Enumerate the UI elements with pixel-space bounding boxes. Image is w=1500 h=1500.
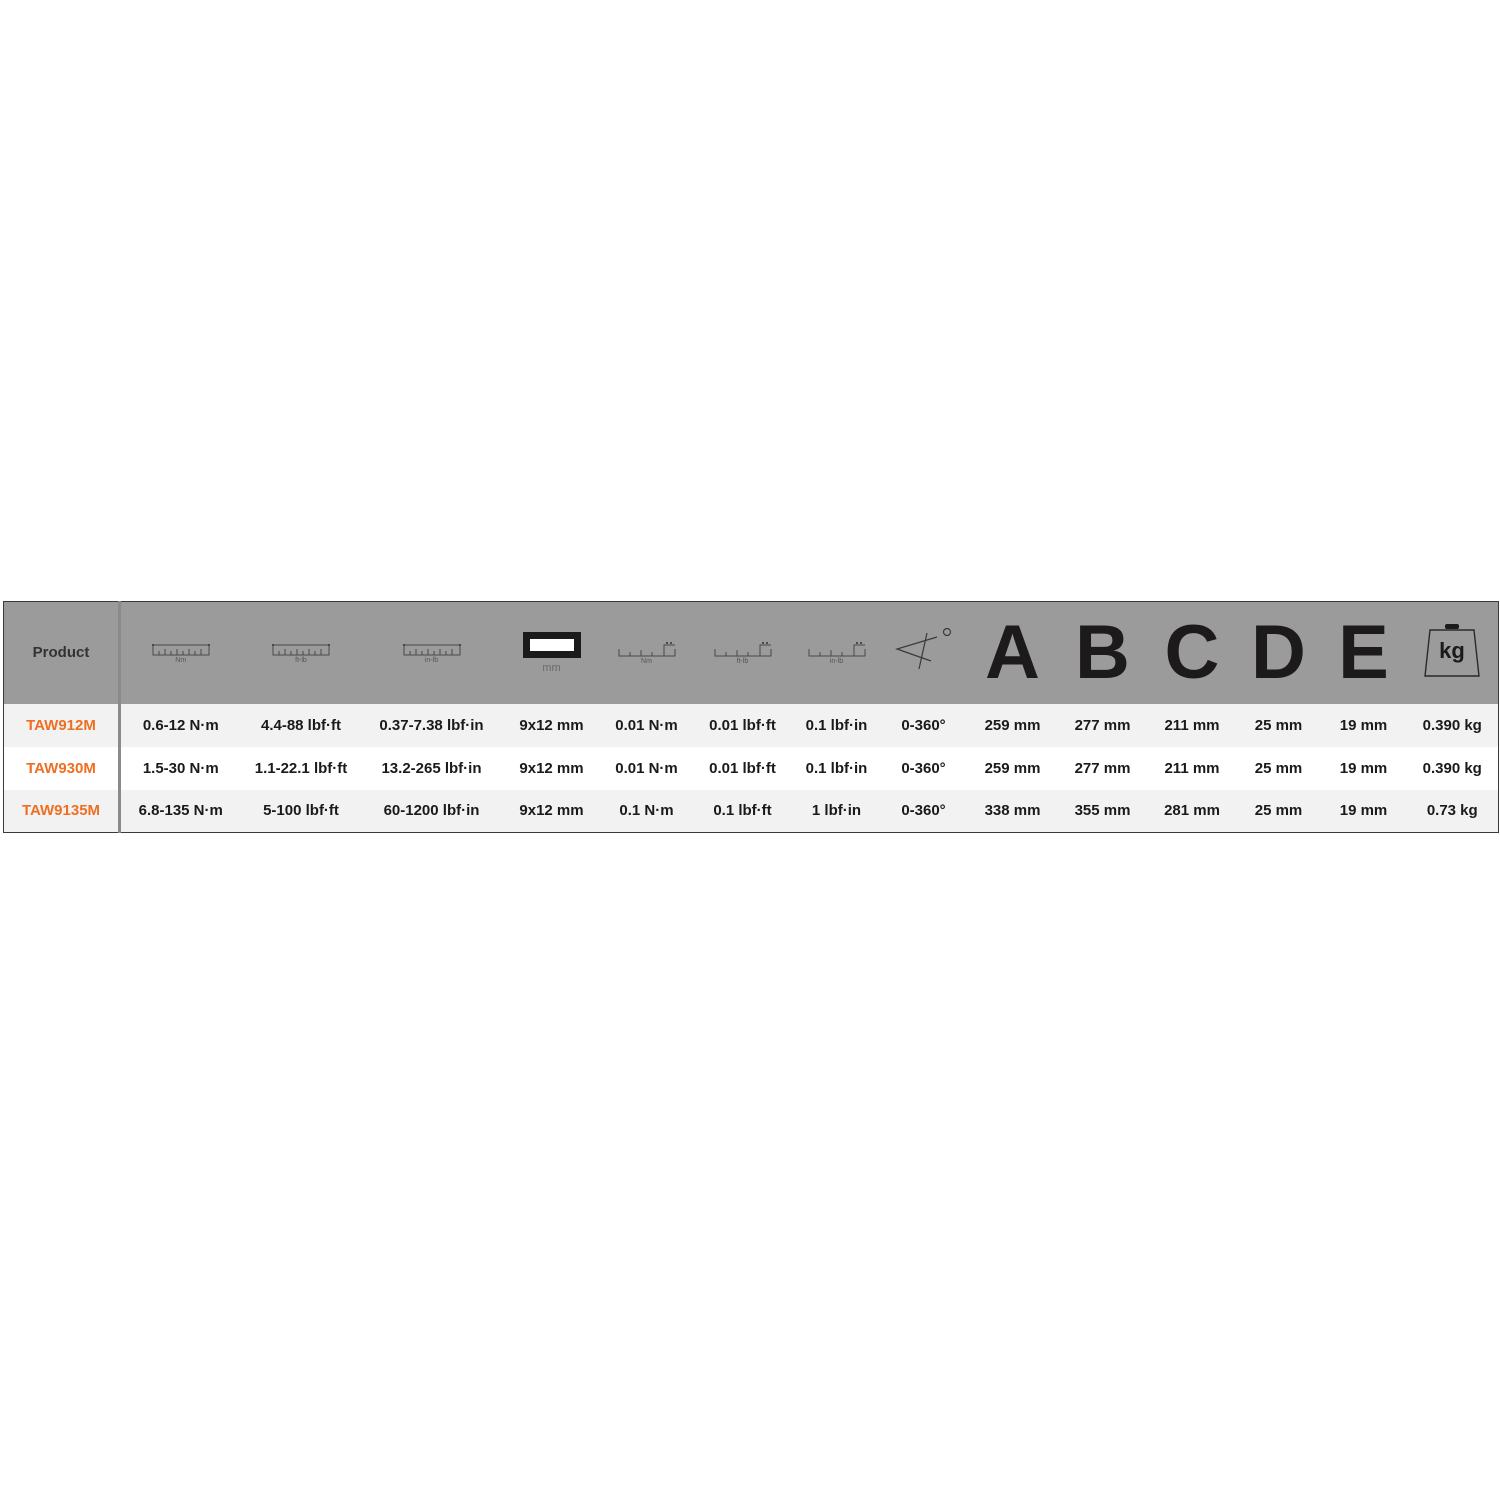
cell-torque-nm: 0.6-12 N·m [142, 716, 219, 734]
header-dimension-e: E [1321, 602, 1407, 704]
cell-torque-ftlb: 5-100 lbf·ft [263, 802, 339, 820]
unit-label: in-lb [424, 656, 439, 664]
torque-scale-icon [402, 643, 461, 656]
angle-icon [894, 628, 951, 670]
cell-resolution-ftlb: 0.1 lbf·ft [713, 802, 772, 820]
cell-dim-a: 259 mm [984, 759, 1041, 777]
cell-torque-inlb: 13.2-265 lbf·in [381, 759, 482, 777]
header-dimension-d: D [1237, 602, 1321, 704]
cell-dim-d: 25 mm [1254, 759, 1303, 777]
cell-dim-e: 19 mm [1339, 802, 1388, 820]
cell-resolution-inlb: 0.1 lbf·in [805, 716, 868, 734]
cell-weight: 0.390 kg [1422, 716, 1482, 734]
cell-dim-e: 19 mm [1339, 716, 1388, 734]
torque-scale-icon [151, 643, 210, 656]
unit-label: ft-lb [736, 657, 749, 665]
table-row: TAW912M 0.6-12 N·m 4.4-88 lbf·ft 0.37-7.… [3, 703, 1499, 747]
header-resolution-nm: Nm [602, 602, 692, 704]
dimension-letter-a: A [985, 609, 1040, 695]
cell-weight: 0.73 kg [1426, 802, 1478, 820]
header-dimension-c: C [1148, 602, 1237, 704]
cell-dim-c: 281 mm [1164, 802, 1220, 820]
resolution-scale-icon [618, 641, 675, 657]
cell-angle: 0-360° [901, 759, 946, 777]
unit-label: in-lb [829, 657, 844, 665]
cell-dim-d: 25 mm [1254, 802, 1303, 820]
header-dimension-b: B [1058, 602, 1148, 704]
cell-square-drive: 9x12 mm [519, 716, 584, 734]
dimension-letter-e: E [1338, 609, 1389, 695]
cell-weight: 0.390 kg [1422, 759, 1482, 777]
cell-dim-b: 277 mm [1074, 759, 1131, 777]
resolution-scale-icon [714, 641, 771, 657]
cell-torque-nm: 1.5-30 N·m [142, 759, 219, 777]
cell-dim-d: 25 mm [1254, 716, 1303, 734]
cell-angle: 0-360° [901, 716, 946, 734]
torque-scale-icon [272, 643, 330, 656]
cell-resolution-nm: 0.01 N·m [615, 759, 678, 777]
unit-label: mm [542, 661, 561, 674]
header-angle [880, 602, 968, 704]
square-drive-icon [522, 631, 581, 658]
resolution-scale-icon [808, 641, 865, 657]
unit-label: Nm [641, 657, 652, 665]
dimension-letter-b: B [1075, 609, 1130, 695]
cell-dim-b: 277 mm [1074, 716, 1131, 734]
cell-angle: 0-360° [901, 802, 946, 820]
cell-square-drive: 9x12 mm [519, 802, 584, 820]
cell-resolution-nm: 0.01 N·m [615, 716, 678, 734]
table-row: TAW930M 1.5-30 N·m 1.1-22.1 lbf·ft 13.2-… [3, 746, 1499, 790]
weight-icon: kg [1424, 624, 1481, 677]
cell-torque-nm: 6.8-135 N·m [138, 802, 223, 820]
unit-label: ft-lb [295, 656, 307, 664]
cell-dim-a: 338 mm [984, 802, 1041, 820]
dimension-letter-d: D [1251, 609, 1306, 695]
product-name: TAW912M [3, 703, 121, 747]
cell-torque-inlb: 0.37-7.38 lbf·in [379, 716, 484, 734]
weight-icon-label: kg [1439, 638, 1465, 663]
dimension-letter-c: C [1164, 609, 1220, 695]
header-torque-range-inlb: in-lb [362, 602, 502, 704]
header-row: Product Nm ft-lb in-lb mm Nm ft-lb in-lb… [3, 601, 1499, 704]
header-weight: kg [1407, 602, 1499, 704]
cell-dim-c: 211 mm [1164, 716, 1220, 734]
unit-label: Nm [175, 656, 187, 664]
header-resolution-inlb: in-lb [794, 602, 880, 704]
cell-dim-e: 19 mm [1339, 759, 1388, 777]
cell-torque-ftlb: 1.1-22.1 lbf·ft [254, 759, 348, 777]
product-name: TAW930M [3, 746, 121, 790]
cell-resolution-inlb: 1 lbf·in [811, 802, 862, 820]
cell-torque-inlb: 60-1200 lbf·in [383, 802, 480, 820]
table-row: TAW9135M 6.8-135 N·m 5-100 lbf·ft 60-120… [3, 789, 1499, 833]
cell-square-drive: 9x12 mm [519, 759, 584, 777]
product-name: TAW9135M [3, 789, 121, 833]
cell-dim-a: 259 mm [984, 716, 1041, 734]
product-column-header: Product [3, 601, 121, 704]
header-dimension-a: A [968, 602, 1058, 704]
spec-table: Product Nm ft-lb in-lb mm Nm ft-lb in-lb… [3, 601, 1499, 833]
cell-resolution-ftlb: 0.01 lbf·ft [709, 759, 776, 777]
header-torque-range-ftlb: ft-lb [241, 602, 362, 704]
header-torque-range-nm: Nm [120, 602, 241, 704]
cell-torque-ftlb: 4.4-88 lbf·ft [260, 716, 341, 734]
cell-dim-c: 211 mm [1164, 759, 1220, 777]
cell-resolution-inlb: 0.1 lbf·in [805, 759, 868, 777]
header-resolution-ftlb: ft-lb [692, 602, 794, 704]
cell-resolution-nm: 0.1 N·m [619, 802, 674, 820]
header-square-drive: mm [502, 602, 602, 704]
cell-dim-b: 355 mm [1074, 802, 1131, 820]
cell-resolution-ftlb: 0.01 lbf·ft [709, 716, 776, 734]
